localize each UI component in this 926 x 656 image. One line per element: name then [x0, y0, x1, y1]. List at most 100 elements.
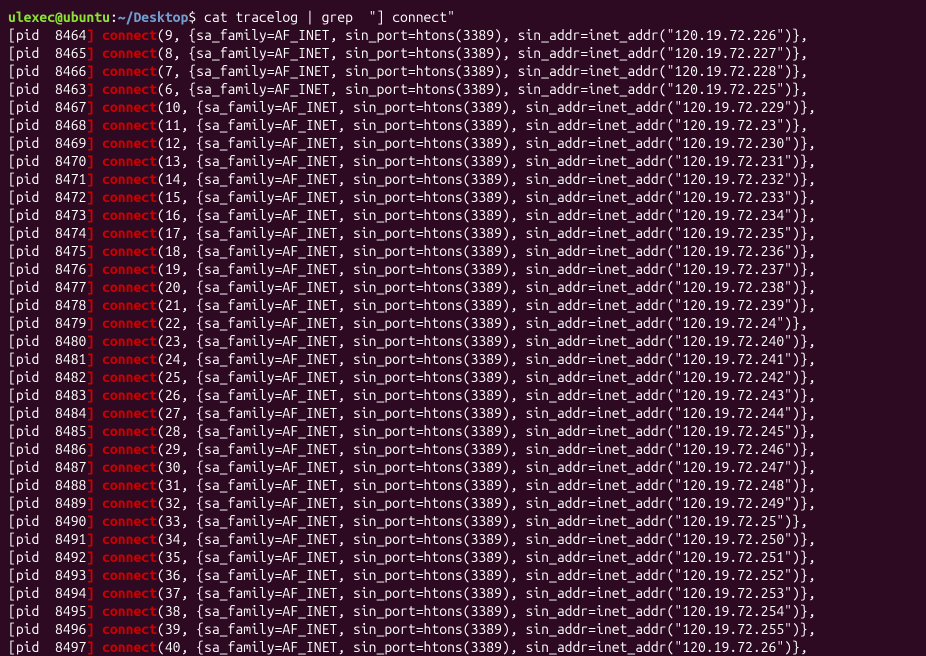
connect-keyword: connect [102, 603, 157, 619]
output-line: [pid 8467] connect(10, {sa_family=AF_INE… [8, 98, 918, 116]
syscall-args: (40, {sa_family=AF_INET, sin_port=htons(… [157, 639, 808, 655]
pid-open: [pid 8471 [8, 171, 86, 187]
pid-open: [pid 8487 [8, 459, 86, 475]
connect-keyword: connect [102, 369, 157, 385]
output-line: [pid 8468] connect(11, {sa_family=AF_INE… [8, 116, 918, 134]
pid-open: [pid 8493 [8, 567, 86, 583]
connect-keyword: connect [102, 513, 157, 529]
prompt-host: ubuntu [63, 9, 110, 25]
syscall-args: (28, {sa_family=AF_INET, sin_port=htons(… [157, 423, 816, 439]
connect-keyword: connect [102, 333, 157, 349]
syscall-args: (20, {sa_family=AF_INET, sin_port=htons(… [157, 279, 816, 295]
connect-keyword: connect [102, 117, 157, 133]
syscall-args: (14, {sa_family=AF_INET, sin_port=htons(… [157, 171, 816, 187]
connect-keyword: connect [102, 531, 157, 547]
output-line: [pid 8485] connect(28, {sa_family=AF_INE… [8, 422, 918, 440]
pid-open: [pid 8480 [8, 333, 86, 349]
prompt-user: ulexec [8, 9, 55, 25]
prompt-path: ~/Desktop [118, 9, 189, 25]
pid-open: [pid 8472 [8, 189, 86, 205]
syscall-args: (38, {sa_family=AF_INET, sin_port=htons(… [157, 603, 816, 619]
connect-keyword: connect [102, 279, 157, 295]
output-line: [pid 8464] connect(9, {sa_family=AF_INET… [8, 26, 918, 44]
pid-open: [pid 8494 [8, 585, 86, 601]
syscall-args: (27, {sa_family=AF_INET, sin_port=htons(… [157, 405, 816, 421]
pid-open: [pid 8481 [8, 351, 86, 367]
pid-open: [pid 8485 [8, 423, 86, 439]
pid-open: [pid 8470 [8, 153, 86, 169]
output-line: [pid 8479] connect(22, {sa_family=AF_INE… [8, 314, 918, 332]
pid-open: [pid 8489 [8, 495, 86, 511]
output-line: [pid 8473] connect(16, {sa_family=AF_INE… [8, 206, 918, 224]
output-line: [pid 8489] connect(32, {sa_family=AF_INE… [8, 494, 918, 512]
command-text: cat tracelog | grep "] connect" [204, 9, 455, 25]
pid-open: [pid 8475 [8, 243, 86, 259]
connect-keyword: connect [102, 153, 157, 169]
connect-keyword: connect [102, 315, 157, 331]
pid-open: [pid 8479 [8, 315, 86, 331]
syscall-args: (33, {sa_family=AF_INET, sin_port=htons(… [157, 513, 808, 529]
connect-keyword: connect [102, 261, 157, 277]
connect-keyword: connect [102, 405, 157, 421]
pid-open: [pid 8484 [8, 405, 86, 421]
output-line: [pid 8472] connect(15, {sa_family=AF_INE… [8, 188, 918, 206]
output-line: [pid 8481] connect(24, {sa_family=AF_INE… [8, 350, 918, 368]
pid-open: [pid 8486 [8, 441, 86, 457]
pid-open: [pid 8492 [8, 549, 86, 565]
pid-open: [pid 8488 [8, 477, 86, 493]
connect-keyword: connect [102, 495, 157, 511]
connect-keyword: connect [102, 567, 157, 583]
output-line: [pid 8466] connect(7, {sa_family=AF_INET… [8, 62, 918, 80]
connect-keyword: connect [102, 549, 157, 565]
syscall-args: (17, {sa_family=AF_INET, sin_port=htons(… [157, 225, 816, 241]
connect-keyword: connect [102, 189, 157, 205]
syscall-args: (21, {sa_family=AF_INET, sin_port=htons(… [157, 297, 816, 313]
pid-open: [pid 8466 [8, 63, 86, 79]
connect-keyword: connect [102, 225, 157, 241]
output-line: [pid 8469] connect(12, {sa_family=AF_INE… [8, 134, 918, 152]
output-line: [pid 8482] connect(25, {sa_family=AF_INE… [8, 368, 918, 386]
connect-keyword: connect [102, 207, 157, 223]
syscall-args: (37, {sa_family=AF_INET, sin_port=htons(… [157, 585, 816, 601]
output-line: [pid 8488] connect(31, {sa_family=AF_INE… [8, 476, 918, 494]
terminal-prompt-line[interactable]: ulexec@ubuntu:~/Desktop$ cat tracelog | … [8, 8, 918, 26]
output-line: [pid 8478] connect(21, {sa_family=AF_INE… [8, 296, 918, 314]
syscall-args: (19, {sa_family=AF_INET, sin_port=htons(… [157, 261, 816, 277]
syscall-args: (6, {sa_family=AF_INET, sin_port=htons(3… [157, 81, 808, 97]
pid-open: [pid 8473 [8, 207, 86, 223]
connect-keyword: connect [102, 639, 157, 655]
syscall-args: (10, {sa_family=AF_INET, sin_port=htons(… [157, 99, 816, 115]
pid-open: [pid 8477 [8, 279, 86, 295]
prompt-at: @ [55, 9, 63, 25]
syscall-args: (26, {sa_family=AF_INET, sin_port=htons(… [157, 387, 816, 403]
syscall-args: (8, {sa_family=AF_INET, sin_port=htons(3… [157, 45, 808, 61]
syscall-args: (34, {sa_family=AF_INET, sin_port=htons(… [157, 531, 816, 547]
syscall-args: (9, {sa_family=AF_INET, sin_port=htons(3… [157, 27, 808, 43]
pid-open: [pid 8482 [8, 369, 86, 385]
syscall-args: (12, {sa_family=AF_INET, sin_port=htons(… [157, 135, 816, 151]
connect-keyword: connect [102, 351, 157, 367]
syscall-args: (13, {sa_family=AF_INET, sin_port=htons(… [157, 153, 816, 169]
output-lines: [pid 8464] connect(9, {sa_family=AF_INET… [8, 26, 918, 656]
prompt-dollar: $ [188, 9, 204, 25]
connect-keyword: connect [102, 63, 157, 79]
connect-keyword: connect [102, 387, 157, 403]
connect-keyword: connect [102, 135, 157, 151]
prompt-colon: : [110, 9, 118, 25]
syscall-args: (39, {sa_family=AF_INET, sin_port=htons(… [157, 621, 816, 637]
output-line: [pid 8474] connect(17, {sa_family=AF_INE… [8, 224, 918, 242]
syscall-args: (25, {sa_family=AF_INET, sin_port=htons(… [157, 369, 816, 385]
output-line: [pid 8477] connect(20, {sa_family=AF_INE… [8, 278, 918, 296]
output-line: [pid 8493] connect(36, {sa_family=AF_INE… [8, 566, 918, 584]
output-line: [pid 8496] connect(39, {sa_family=AF_INE… [8, 620, 918, 638]
connect-keyword: connect [102, 171, 157, 187]
output-line: [pid 8471] connect(14, {sa_family=AF_INE… [8, 170, 918, 188]
syscall-args: (15, {sa_family=AF_INET, sin_port=htons(… [157, 189, 816, 205]
pid-open: [pid 8468 [8, 117, 86, 133]
pid-open: [pid 8467 [8, 99, 86, 115]
output-line: [pid 8484] connect(27, {sa_family=AF_INE… [8, 404, 918, 422]
output-line: [pid 8480] connect(23, {sa_family=AF_INE… [8, 332, 918, 350]
pid-open: [pid 8483 [8, 387, 86, 403]
pid-open: [pid 8463 [8, 81, 86, 97]
pid-open: [pid 8464 [8, 27, 86, 43]
